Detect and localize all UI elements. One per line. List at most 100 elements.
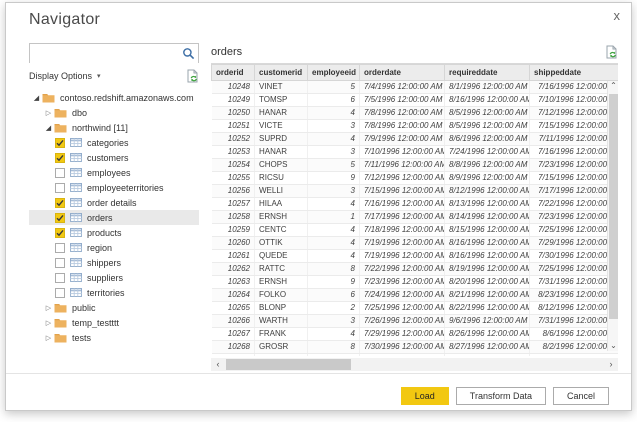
refresh-preview-icon[interactable] xyxy=(605,45,618,59)
tree-item-region[interactable]: region xyxy=(29,240,199,255)
table-checkbox[interactable] xyxy=(55,183,65,193)
cell-orderid: 10250 xyxy=(212,107,255,120)
tree-item-order-details[interactable]: order details xyxy=(29,195,199,210)
tree-item-products[interactable]: products xyxy=(29,225,199,240)
data-preview-grid: orderidcustomeridemployeeidorderdaterequ… xyxy=(211,63,618,356)
cell-employeeid: 8 xyxy=(308,263,360,276)
cell-orderid: 10263 xyxy=(212,276,255,289)
scroll-left-icon[interactable]: ‹ xyxy=(211,358,225,371)
scroll-right-icon[interactable]: › xyxy=(604,358,618,371)
expanded-caret-icon[interactable]: ◢ xyxy=(43,124,54,132)
cell-orderid: 10264 xyxy=(212,289,255,302)
table-row: 10268GROSR87/30/1996 12:00:00 AM8/27/199… xyxy=(212,341,619,354)
cell-orderid: 10269 xyxy=(212,354,255,357)
cell-orderid: 10265 xyxy=(212,302,255,315)
expanded-caret-icon[interactable]: ◢ xyxy=(31,94,42,102)
table-checkbox[interactable] xyxy=(55,168,65,178)
table-checkbox[interactable] xyxy=(55,273,65,283)
search-input[interactable] xyxy=(30,45,198,63)
table-icon xyxy=(70,183,82,192)
transform-data-button[interactable]: Transform Data xyxy=(456,387,546,405)
tree-item-label: employeeterritories xyxy=(87,183,164,193)
cell-orderid: 10249 xyxy=(212,94,255,107)
tree-item-territories[interactable]: territories xyxy=(29,285,199,300)
table-icon xyxy=(70,213,82,222)
cell-requireddate: 8/16/1996 12:00:00 AM xyxy=(445,94,530,107)
table-icon xyxy=(70,243,82,252)
scroll-down-icon[interactable]: ⌄ xyxy=(608,341,618,351)
cell-orderdate: 7/18/1996 12:00:00 AM xyxy=(360,224,445,237)
tree-item-suppliers[interactable]: suppliers xyxy=(29,270,199,285)
table-checkbox[interactable] xyxy=(55,243,65,253)
display-options-label[interactable]: Display Options xyxy=(29,71,92,81)
tree-item-shippers[interactable]: shippers xyxy=(29,255,199,270)
cell-customerid: RICSU xyxy=(255,172,308,185)
cell-shippeddate: 7/31/1996 12:00:00 AM xyxy=(530,276,619,289)
column-header-employeeid: employeeid xyxy=(308,65,360,81)
cell-requireddate: 8/5/1996 12:00:00 AM xyxy=(445,107,530,120)
table-checkbox[interactable] xyxy=(55,138,65,148)
cell-employeeid: 6 xyxy=(308,289,360,302)
cell-requireddate: 8/16/1996 12:00:00 AM xyxy=(445,237,530,250)
tree-item-orders[interactable]: orders xyxy=(29,210,199,225)
table-row: 10264FOLKO67/24/1996 12:00:00 AM8/21/199… xyxy=(212,289,619,302)
cell-orderdate: 7/12/1996 12:00:00 AM xyxy=(360,172,445,185)
cell-orderdate: 7/17/1996 12:00:00 AM xyxy=(360,211,445,224)
collapsed-caret-icon[interactable]: ▷ xyxy=(43,304,54,312)
tree-item-categories[interactable]: categories xyxy=(29,135,199,150)
dialog-footer: Load Transform Data Cancel xyxy=(6,373,631,410)
cell-shippeddate: 8/12/1996 12:00:00 AM xyxy=(530,302,619,315)
column-header-requireddate: requireddate xyxy=(445,65,530,81)
tree-item-label: contoso.redshift.amazonaws.com xyxy=(60,93,194,103)
cell-employeeid: 5 xyxy=(308,159,360,172)
cancel-button[interactable]: Cancel xyxy=(553,387,609,405)
vertical-scroll-thumb[interactable] xyxy=(609,94,618,319)
horizontal-scroll-thumb[interactable] xyxy=(226,359,351,370)
cell-orderdate: 7/19/1996 12:00:00 AM xyxy=(360,250,445,263)
tree-item-public[interactable]: ▷public xyxy=(29,300,199,315)
cell-shippeddate: 8/9/1996 12:00:00 AM xyxy=(530,354,619,357)
tree-item-temp-testttt[interactable]: ▷temp_testttt xyxy=(29,315,199,330)
cell-requireddate: 8/14/1996 12:00:00 AM xyxy=(445,354,530,357)
tree-item-employees[interactable]: employees xyxy=(29,165,199,180)
tree-item-label: tests xyxy=(72,333,91,343)
cell-requireddate: 8/9/1996 12:00:00 AM xyxy=(445,172,530,185)
cell-customerid: TOMSP xyxy=(255,94,308,107)
load-button[interactable]: Load xyxy=(401,387,449,405)
scroll-up-icon[interactable]: ⌃ xyxy=(608,81,618,91)
cell-requireddate: 8/27/1996 12:00:00 AM xyxy=(445,341,530,354)
table-checkbox[interactable] xyxy=(55,228,65,238)
tree-item-label: suppliers xyxy=(87,273,123,283)
tree-item-label: products xyxy=(87,228,122,238)
tree-item-employeeterritories[interactable]: employeeterritories xyxy=(29,180,199,195)
table-row: 10254CHOPS57/11/1996 12:00:00 AM8/8/1996… xyxy=(212,159,619,172)
navigator-dialog: x Navigator Display Options ▾ xyxy=(5,2,632,411)
collapsed-caret-icon[interactable]: ▷ xyxy=(43,109,54,117)
search-icon[interactable] xyxy=(182,47,195,60)
horizontal-scrollbar[interactable]: ‹ › xyxy=(211,358,618,371)
vertical-scrollbar[interactable]: ⌃ ⌄ xyxy=(607,81,618,351)
check-mark-icon xyxy=(56,214,64,222)
table-checkbox[interactable] xyxy=(55,258,65,268)
cell-customerid: FOLKO xyxy=(255,289,308,302)
table-row: 10261QUEDE47/19/1996 12:00:00 AM8/16/199… xyxy=(212,250,619,263)
tree-item-tests[interactable]: ▷ tests xyxy=(29,330,199,345)
close-icon[interactable]: x xyxy=(614,9,621,23)
cell-shippeddate: 7/17/1996 12:00:00 AM xyxy=(530,185,619,198)
collapsed-caret-icon[interactable]: ▷ xyxy=(43,319,54,327)
table-checkbox[interactable] xyxy=(55,153,65,163)
table-checkbox[interactable] xyxy=(55,288,65,298)
refresh-preview-icon[interactable] xyxy=(186,69,199,83)
cell-customerid: VICTE xyxy=(255,120,308,133)
search-box[interactable] xyxy=(29,43,199,63)
tree-item-dbo[interactable]: ▷dbo xyxy=(29,105,199,120)
table-checkbox[interactable] xyxy=(55,213,65,223)
cell-orderdate: 7/24/1996 12:00:00 AM xyxy=(360,289,445,302)
tree-item-contoso-redshift-amazonaws-com[interactable]: ◢ contoso.redshift.amazonaws.com xyxy=(29,90,199,105)
tree-item-customers[interactable]: customers xyxy=(29,150,199,165)
table-checkbox[interactable] xyxy=(55,198,65,208)
collapsed-caret-icon[interactable]: ▷ xyxy=(43,334,54,342)
chevron-down-icon[interactable]: ▾ xyxy=(97,72,101,80)
tree-item-northwind-11[interactable]: ◢northwind [11] xyxy=(29,120,199,135)
cell-requireddate: 8/6/1996 12:00:00 AM xyxy=(445,133,530,146)
